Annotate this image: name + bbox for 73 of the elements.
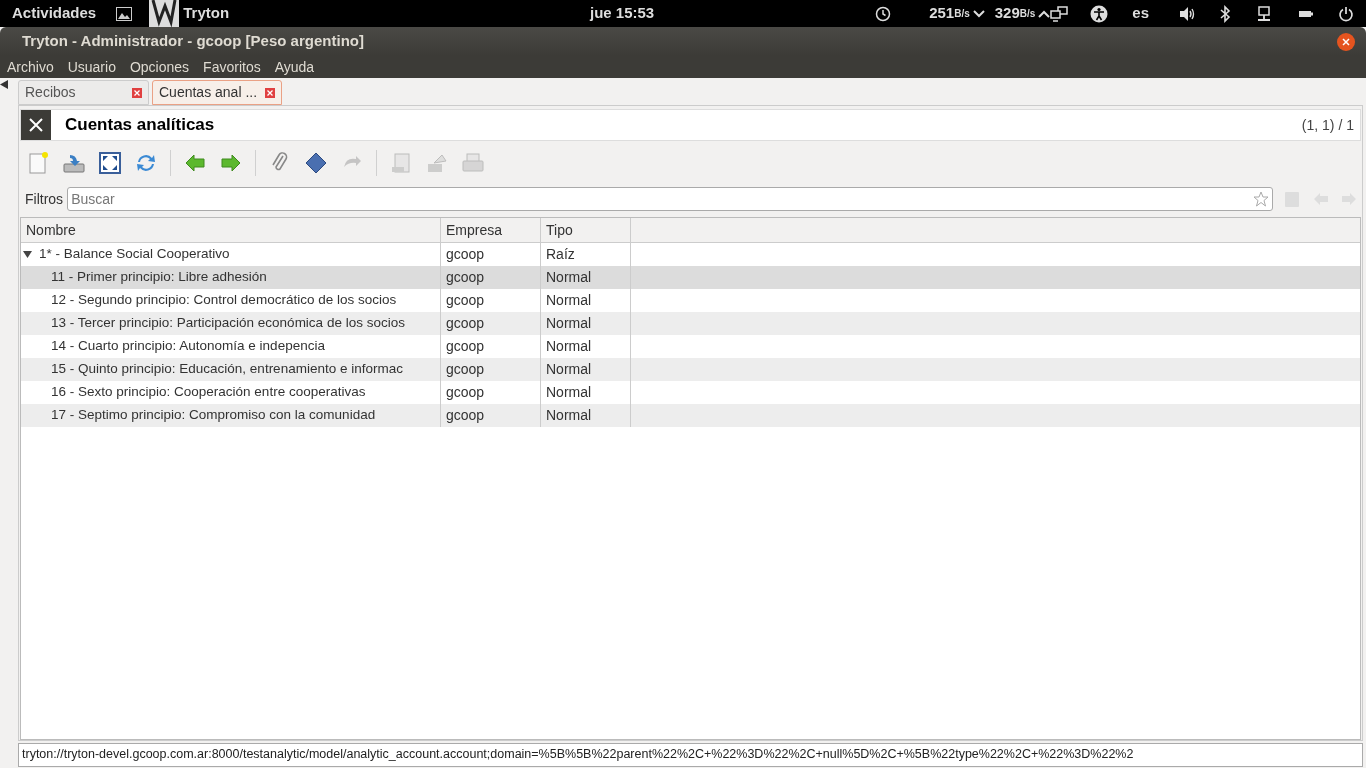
- chevron-down-icon: [972, 8, 985, 19]
- table-row[interactable]: 13 - Tercer principio: Participación económica de los socios gcoop Normal: [21, 312, 1360, 335]
- table-row[interactable]: 17 - Septimo principio: Compromiso con la comunidad gcoop Normal: [21, 404, 1360, 427]
- table-cell-text: gcoop: [446, 337, 485, 356]
- url-field: tryton://tryton-devel.gcoop.com.ar:8000/testanalytic/model/analytic_account.account;domain=%5B%5B%22parent%22%2C+%22%3D%22%2C+null%5D%2C+%5B%22type%22%2C+%22%3D%22%2: [18, 742, 1363, 767]
- table-cell-text: Normal: [546, 291, 592, 310]
- menu-item[interactable]: Archivo: [7, 56, 54, 78]
- app-logo-icon: [149, 0, 180, 27]
- column-header[interactable]: Tipo: [541, 218, 631, 242]
- collapse-arrow-icon[interactable]: [0, 80, 8, 89]
- expander-icon[interactable]: [23, 250, 35, 259]
- accessibility-icon[interactable]: [1090, 4, 1109, 23]
- close-icon[interactable]: [265, 87, 276, 98]
- diamond-icon[interactable]: [304, 151, 328, 175]
- menu-item[interactable]: Usuario: [67, 56, 116, 78]
- menu-item[interactable]: Favoritos: [203, 56, 261, 78]
- star-icon[interactable]: [1253, 191, 1269, 207]
- speed-unit: B/s: [954, 7, 970, 21]
- x-icon: [1342, 37, 1350, 46]
- table-cell-text: gcoop: [446, 314, 485, 333]
- menu-item[interactable]: Ayuda: [274, 56, 315, 78]
- table-cell-text: 13 - Tercer principio: Participación económica de los socios: [50, 314, 405, 333]
- image-icon[interactable]: [116, 6, 133, 21]
- window-title: Tryton - Administrador - gcoop [Peso argentino]: [22, 31, 365, 52]
- filter-label: Filtros: [25, 189, 64, 209]
- tab[interactable]: Recibos: [18, 80, 149, 105]
- table-cell-text: Normal: [546, 383, 592, 402]
- close-icon[interactable]: [132, 87, 142, 98]
- table-cell-text: 14 - Cuarto principio: Autonomía e indepencia: [50, 337, 325, 356]
- app-name[interactable]: Tryton: [183, 2, 230, 25]
- table-cell-text: 16 - Sexto principio: Cooperación entre cooperativas: [50, 383, 366, 402]
- column-header[interactable]: Nombre: [21, 218, 441, 242]
- activities-button[interactable]: Actividades: [12, 2, 97, 25]
- expand-icon[interactable]: [98, 151, 122, 175]
- table-cell-text: gcoop: [446, 245, 485, 264]
- language-indicator[interactable]: es: [1132, 2, 1149, 25]
- tab[interactable]: Cuentas anal ...: [152, 80, 283, 105]
- table-cell-text: 11 - Primer principio: Libre adhesión: [50, 268, 267, 287]
- table-cell-text: 15 - Quinto principio: Educación, entrenamiento e informac: [50, 360, 403, 379]
- battery-icon[interactable]: [1299, 9, 1313, 18]
- menu-item[interactable]: Opciones: [129, 56, 190, 78]
- table-cell-text: gcoop: [446, 406, 485, 425]
- clock-icon[interactable]: [875, 5, 892, 22]
- table-cell-text: gcoop: [446, 268, 485, 287]
- record-counter: (1, 1) / 1: [1301, 115, 1354, 135]
- column-header[interactable]: Empresa: [441, 218, 541, 242]
- table-cell-text: 17 - Septimo principio: Compromiso con la comunidad: [50, 406, 376, 425]
- table-cell-text: gcoop: [446, 383, 485, 402]
- table-cell-text: Raíz: [546, 245, 575, 264]
- power-icon[interactable]: [1338, 5, 1354, 22]
- download-speed: 251: [929, 3, 955, 24]
- clock[interactable]: jue 15:53: [589, 2, 655, 25]
- table-row[interactable]: 11 - Primer principio: Libre adhesión gcoop Normal: [21, 266, 1360, 289]
- network-icon[interactable]: [1257, 5, 1271, 22]
- speed-unit: B/s: [1019, 7, 1036, 21]
- table-cell-text: Normal: [546, 337, 592, 356]
- form-title: Cuentas analíticas: [65, 114, 216, 137]
- monitors-icon[interactable]: [1050, 5, 1069, 22]
- close-button[interactable]: [1337, 32, 1355, 51]
- table-cell-text: gcoop: [446, 291, 485, 310]
- bluetooth-icon[interactable]: [1219, 4, 1231, 23]
- volume-icon[interactable]: [1179, 5, 1197, 22]
- table-cell-text: Normal: [546, 314, 592, 333]
- upload-speed: 329: [994, 3, 1020, 24]
- table-cell-text: 1* - Balance Social Cooperativo: [38, 245, 230, 264]
- table-cell-text: Normal: [546, 406, 592, 425]
- chevron-up-icon: [1038, 8, 1051, 19]
- table-row[interactable]: 15 - Quinto principio: Educación, entrenamiento e informac gcoop Normal: [21, 358, 1360, 381]
- table-cell-text: Normal: [546, 268, 592, 287]
- table-cell-text: gcoop: [446, 360, 485, 379]
- search-field[interactable]: Buscar: [67, 187, 1273, 211]
- table-cell-text: 12 - Segundo principio: Control democrático de los socios: [50, 291, 397, 310]
- table-cell-text: Normal: [546, 360, 592, 379]
